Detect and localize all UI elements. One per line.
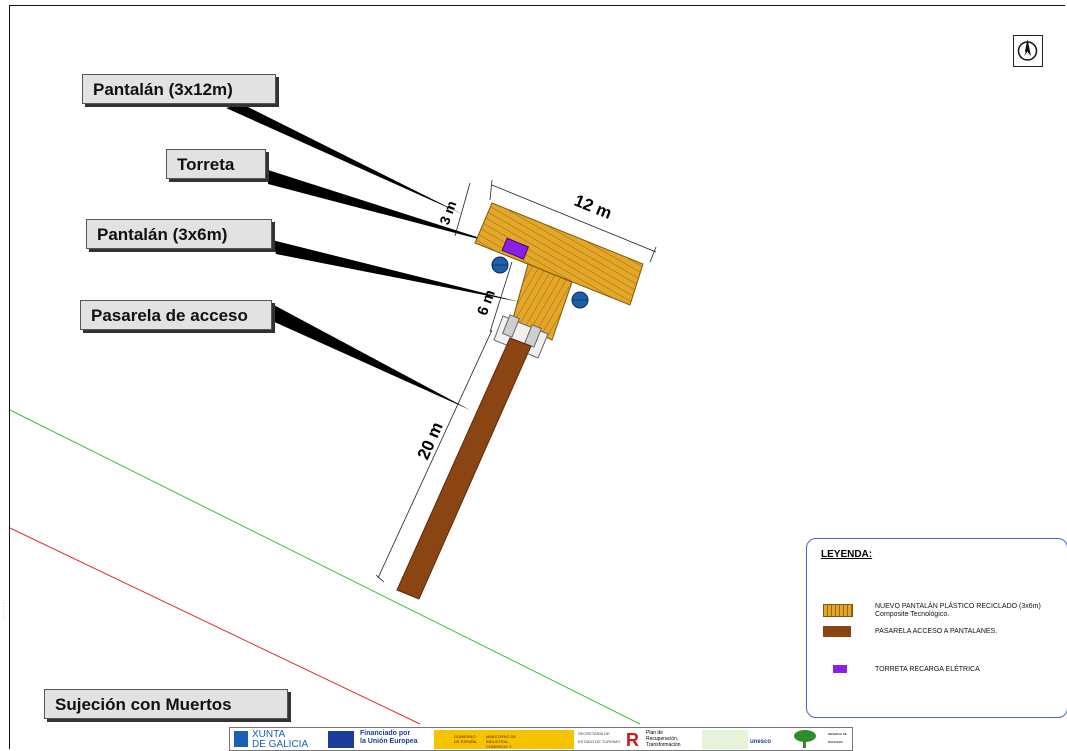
funding-logos-bar: XUNTA DE GALICIA Financiado por la Unión… [229,727,853,751]
dim-label-12m: 12 m [571,191,614,223]
reserva-text: RESERVA DE BIOSFERA [828,732,847,744]
eu-line-1: Financiado por [360,730,411,737]
svg-text:N: N [1024,52,1028,58]
legend-swatch-tower [833,665,847,673]
legend-text-pantalan: NUEVO PANTALÁN PLÁSTICO RECICLADO (3x6m)… [875,603,1041,618]
logo-plan: R Plan de Recuperación, Transformación [626,730,681,750]
unesco-text: unesco [750,739,772,745]
logo-xunta: XUNTA DE GALICIA [234,730,320,750]
logo-unesco: unesco [750,730,780,749]
logo-reserva-biosfera: RESERVA DE BIOSFERA [828,730,852,749]
callout-torreta: Torreta [166,149,266,179]
pasarela-acceso [396,337,532,600]
logo-reservas-green [702,730,748,749]
north-arrow-icon: N [1013,35,1043,67]
callout-pantalan-3x6: Pantalán (3x6m) [86,219,272,249]
legend-text-torreta: TORRETA RECARGA ELÉTRICA [875,666,980,673]
logo-secretaria: SECRETARÍA DE ESTADO DE TURISMO [578,730,622,749]
legend-swatch-planks [823,604,853,617]
legend-title: LEYENDA: [821,549,873,560]
callout-pantalan-3x12: Pantalán (3x12m) [82,74,276,104]
plan-line-3: Transformación [646,742,681,748]
dim-label-20m: 20 m [414,419,447,462]
sec-text: SECRETARÍA DE ESTADO DE TURISMO [578,731,621,744]
shoreline-green-line [9,409,641,725]
gob-text: GOBIERNO DE ESPAÑA [454,734,477,744]
xunta-line-2: DE GALICIA [252,739,309,750]
callout-sujecion: Sujeción con Muertos [44,689,288,719]
leader-pasarela [270,304,470,410]
logo-eu: Financiado por la Unión Europea [328,730,428,749]
legend-text-pasarela: PASARELA ACCESO A PANTALANES. [875,628,998,635]
margin-note: · · · · · · · [1,600,7,620]
callout-pasarela: Pasarela de acceso [80,300,272,330]
legend-swatch-walkway [823,626,851,637]
legend-box: LEYENDA: NUEVO PANTALÁN PLÁSTICO RECICLA… [806,538,1067,718]
eu-line-2: la Unión Europea [360,738,418,745]
logo-gobierno: GOBIERNO DE ESPAÑA MINISTERIO DE INDUSTR… [434,730,574,750]
dim-label-3m: 3 m [436,199,459,227]
min-text: MINISTERIO DE INDUSTRIA, COMERCIO Y TURI… [486,734,517,750]
leader-torreta [268,170,505,246]
logo-tree [786,730,826,749]
